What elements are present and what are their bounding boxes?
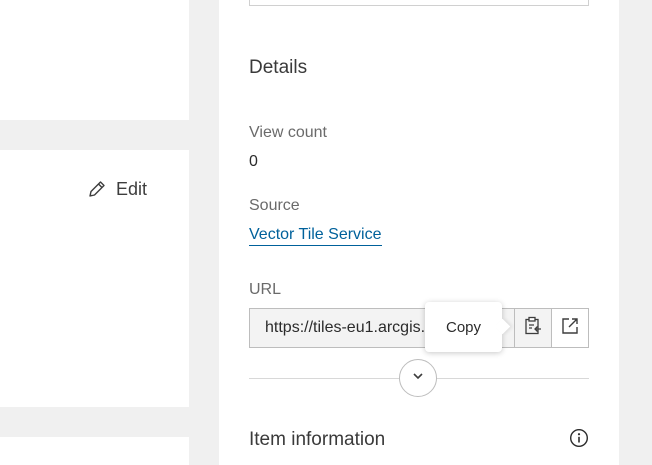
details-panel: Details View count 0 Source Vector Tile …	[219, 0, 619, 465]
source-link[interactable]: Vector Tile Service	[249, 226, 382, 246]
expand-button[interactable]	[399, 359, 437, 397]
left-card-top	[0, 0, 189, 120]
copy-url-button[interactable]	[514, 308, 552, 348]
copy-tooltip: Copy	[425, 302, 502, 352]
external-link-icon	[560, 316, 580, 341]
url-field-group: https://tiles-eu1.arcgis.com	[249, 308, 590, 348]
item-information-title: Item information	[249, 429, 386, 450]
open-url-button[interactable]	[551, 308, 590, 348]
pencil-icon	[86, 178, 108, 200]
view-count-value: 0	[249, 153, 258, 170]
details-title: Details	[249, 57, 308, 78]
edit-label: Edit	[116, 178, 148, 199]
previous-section-box	[249, 0, 589, 6]
info-icon[interactable]	[569, 428, 589, 453]
left-card-bottom	[0, 437, 189, 465]
source-label: Source	[249, 197, 300, 214]
edit-button[interactable]: Edit	[86, 178, 147, 200]
clipboard-copy-icon	[523, 316, 543, 341]
url-label: URL	[249, 281, 282, 298]
page: Edit Details View count 0 Source Vector …	[0, 0, 652, 465]
view-count-label: View count	[249, 124, 327, 141]
chevron-down-icon	[411, 369, 425, 388]
